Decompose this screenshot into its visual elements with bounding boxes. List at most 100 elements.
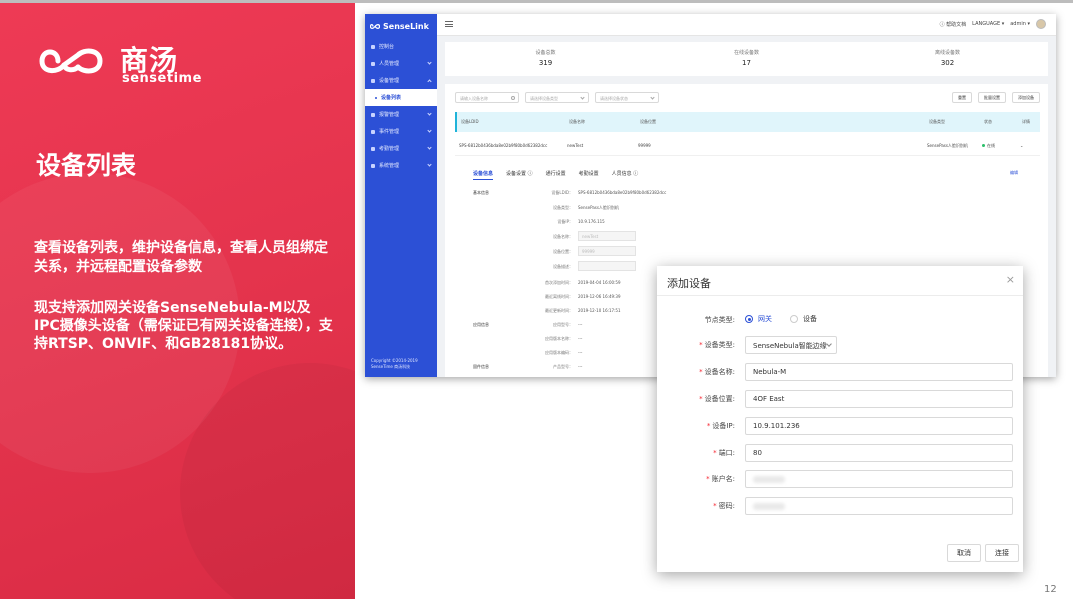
sidebar-nav: 控制台 人员管理 设备管理 设备列表 报警管理 事件管理 考勤管理 系统管理 bbox=[365, 38, 437, 174]
tab-device-settings[interactable]: 设备设置 ⓘ bbox=[506, 170, 533, 180]
stat-online: 在线设备数 17 bbox=[646, 42, 847, 76]
detail-value: 2019-04-04 16:00:59 bbox=[578, 280, 621, 285]
cell-type: SensePass人脸识别机 bbox=[927, 142, 968, 148]
radio-gateway[interactable]: 网关 bbox=[745, 314, 772, 324]
column-header: 设备LDID bbox=[461, 119, 479, 124]
sidebar-item-label: 事件管理 bbox=[379, 129, 400, 135]
detail-value: SensePass人脸识别机 bbox=[578, 205, 619, 210]
stat-value: 319 bbox=[538, 59, 553, 67]
redacted-value bbox=[753, 503, 785, 510]
column-header: 详情 bbox=[1022, 119, 1030, 124]
username-input[interactable] bbox=[745, 470, 1013, 488]
sensetime-logo: 商汤 sensetime bbox=[38, 39, 201, 87]
attendance-icon bbox=[371, 146, 375, 151]
chevron-down-icon bbox=[427, 111, 432, 116]
slide-description-1: 查看设备列表，维护设备信息，查看人员组绑定关系，并远程配置设备参数 bbox=[34, 240, 328, 275]
add-device-dialog: 添加设备 × 节点类型: 网关 设备 * 设备类型: SenseNebula智能边… bbox=[657, 266, 1023, 572]
cancel-button[interactable]: 取消 bbox=[947, 544, 981, 562]
tab-people-info[interactable]: 人员信息 ⓘ bbox=[612, 170, 639, 180]
chevron-down-icon bbox=[427, 60, 432, 65]
cell-name: newTest bbox=[567, 143, 584, 148]
port-input[interactable]: 80 bbox=[745, 444, 1013, 462]
sidebar-item-events[interactable]: 事件管理 bbox=[365, 123, 437, 140]
language-select[interactable]: LANGUAGE ▾ bbox=[972, 21, 1004, 27]
field-label: * 端口: bbox=[713, 449, 735, 457]
close-icon[interactable]: × bbox=[1006, 273, 1015, 286]
sidebar-item-device-list[interactable]: 设备列表 bbox=[365, 89, 437, 106]
search-placeholder: 请输入设备名称 bbox=[460, 96, 488, 101]
dialog-title: 添加设备 bbox=[667, 277, 711, 290]
field-label: * 账户名: bbox=[706, 475, 735, 483]
tab-access-settings[interactable]: 通行设置 bbox=[546, 170, 566, 180]
detail-label: 首次添加时间： bbox=[545, 280, 573, 285]
device-type-select[interactable]: 请选择设备类型 bbox=[525, 92, 589, 103]
device-location-field[interactable]: 99999 bbox=[578, 246, 636, 256]
detail-label: 设备IP： bbox=[557, 219, 573, 224]
stat-label: 设备总数 bbox=[535, 50, 556, 56]
dashboard-icon bbox=[371, 44, 375, 49]
batch-settings-button[interactable]: 批量设置 bbox=[978, 92, 1006, 103]
sidebar-item-system[interactable]: 系统管理 bbox=[365, 157, 437, 174]
reset-button[interactable]: 重置 bbox=[952, 92, 972, 103]
expand-chevron-icon[interactable]: ⌄ bbox=[1020, 143, 1023, 148]
sidebar-item-people[interactable]: 人员管理 bbox=[365, 55, 437, 72]
username-row: * 账户名: bbox=[657, 470, 1023, 488]
device-location-input[interactable]: 4OF East bbox=[745, 390, 1013, 408]
stat-offline: 离线设备数 302 bbox=[847, 42, 1048, 76]
node-type-radio-group: 网关 设备 bbox=[745, 314, 817, 324]
password-input[interactable] bbox=[745, 497, 1013, 515]
status-placeholder: 请选择设备状态 bbox=[600, 96, 628, 101]
radio-label: 设备 bbox=[803, 315, 817, 323]
detail-value: --- bbox=[578, 364, 583, 369]
device-name-field[interactable]: newTest bbox=[578, 231, 636, 241]
device-status-select[interactable]: 请选择设备状态 bbox=[595, 92, 659, 103]
detail-value: 10.9.176.115 bbox=[578, 219, 605, 224]
brand-name: SenseLink bbox=[383, 21, 429, 31]
sidebar-item-alarms[interactable]: 报警管理 bbox=[365, 106, 437, 123]
add-device-button[interactable]: 添加设备 bbox=[1012, 92, 1040, 103]
dialog-divider bbox=[657, 295, 1023, 296]
stats-bar: 设备总数 319 在线设备数 17 离线设备数 302 bbox=[445, 42, 1048, 76]
chevron-down-icon bbox=[650, 95, 655, 100]
device-description-field[interactable] bbox=[578, 261, 636, 271]
radio-device[interactable]: 设备 bbox=[790, 314, 817, 324]
detail-value: --- bbox=[578, 336, 583, 341]
device-ip-input[interactable]: 10.9.101.236 bbox=[745, 417, 1013, 435]
brand: SenseLink bbox=[370, 20, 429, 32]
column-header: 设备名称 bbox=[569, 119, 585, 124]
logo-english-text: sensetime bbox=[122, 71, 202, 86]
device-icon bbox=[371, 78, 375, 83]
sidebar-item-label: 人员管理 bbox=[379, 61, 400, 67]
help-link[interactable]: ⓘ 帮助文档 bbox=[940, 21, 967, 28]
sidebar-item-attendance[interactable]: 考勤管理 bbox=[365, 140, 437, 157]
sidebar-item-label: 系统管理 bbox=[379, 163, 400, 169]
table-row[interactable]: SPS-6812b0436bda8e02b9f80b0d62382dcc new… bbox=[455, 136, 1040, 156]
device-name-row: * 设备名称: Nebula-M bbox=[657, 363, 1023, 381]
sidebar-item-devices[interactable]: 设备管理 bbox=[365, 72, 437, 89]
table-header: 设备LDID 设备名称 设备位置 设备类型 状态 详情 bbox=[455, 112, 1040, 132]
redacted-value bbox=[753, 476, 785, 483]
detail-label: 应用版本编码： bbox=[545, 350, 573, 355]
section-firmware-info: 固件信息 bbox=[473, 364, 489, 369]
field-label-text: 账户名: bbox=[711, 475, 735, 483]
device-name-input[interactable]: Nebula-M bbox=[745, 363, 1013, 381]
section-app-info: 应用信息 bbox=[473, 322, 489, 327]
sidebar: SenseLink 控制台 人员管理 设备管理 设备列表 报警管理 事件管理 考… bbox=[365, 14, 437, 377]
device-type-select[interactable]: SenseNebula智能边缘 bbox=[745, 336, 837, 354]
radio-label: 网关 bbox=[758, 315, 772, 323]
connect-button[interactable]: 连接 bbox=[985, 544, 1019, 562]
avatar[interactable] bbox=[1036, 19, 1046, 29]
field-label: * 设备名称: bbox=[699, 368, 735, 376]
sidebar-item-dashboard[interactable]: 控制台 bbox=[365, 38, 437, 55]
node-type-label: 节点类型: bbox=[704, 316, 735, 324]
device-name-search-input[interactable]: 请输入设备名称 bbox=[455, 92, 519, 103]
user-menu[interactable]: admin ▾ bbox=[1010, 21, 1030, 27]
tab-attendance-settings[interactable]: 考勤设置 bbox=[579, 170, 599, 180]
detail-value: 2019-12-06 16:49:39 bbox=[578, 294, 621, 299]
edit-link[interactable]: 编辑 bbox=[1010, 170, 1018, 176]
tab-device-info[interactable]: 设备信息 bbox=[473, 170, 494, 180]
infinity-logo-icon bbox=[39, 48, 103, 74]
field-label-text: 设备位置: bbox=[704, 395, 735, 403]
hamburger-menu-icon[interactable] bbox=[445, 21, 453, 27]
chevron-down-icon bbox=[427, 162, 432, 167]
